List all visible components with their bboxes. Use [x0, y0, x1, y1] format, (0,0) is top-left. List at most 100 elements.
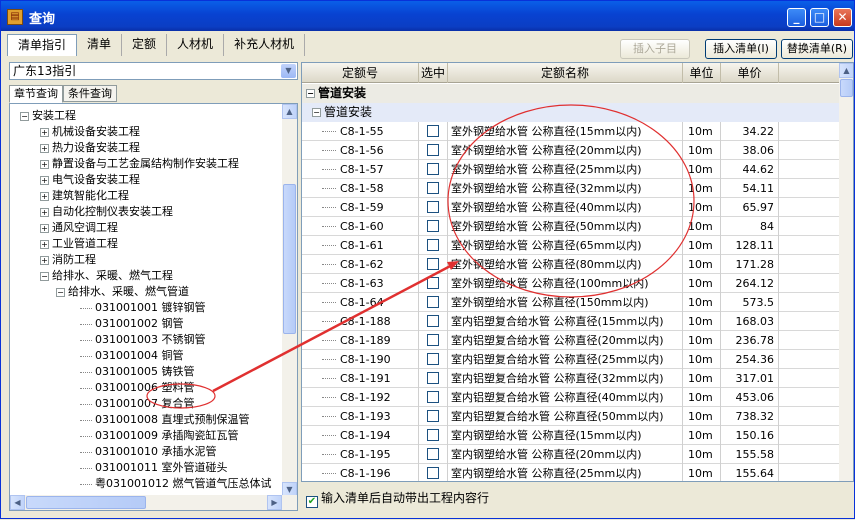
row-checkbox[interactable] [427, 410, 439, 422]
tab-list[interactable]: 清单 [77, 34, 123, 56]
tree-node[interactable]: 031001011 室外管道碰头 [80, 460, 227, 476]
grid-vertical-scrollbar[interactable]: ▲ [839, 63, 853, 481]
chevron-down-icon[interactable]: ▼ [281, 64, 296, 78]
scroll-up-icon[interactable]: ▲ [282, 104, 297, 119]
tree-node[interactable]: + 机械设备安装工程 [40, 124, 140, 140]
tree-node[interactable]: − 给排水、采暖、燃气管道 [56, 284, 189, 300]
collapse-icon[interactable]: − [312, 108, 321, 117]
col-code[interactable]: 定额号 [302, 63, 419, 83]
scroll-right-icon[interactable]: ▶ [267, 495, 282, 510]
table-row[interactable]: C8-1-63 室外钢塑给水管 公称直径(100mm以内) 10m 264.12 [302, 274, 839, 293]
row-checkbox[interactable] [427, 429, 439, 441]
tab-list-guide[interactable]: 清单指引 [7, 34, 78, 56]
tree-vertical-scrollbar[interactable]: ▲ ▼ [282, 104, 297, 497]
insert-list-button[interactable]: 插入清单(I) [705, 39, 777, 59]
tree-node[interactable]: 031001003 不锈钢管 [80, 332, 205, 348]
tab-supplementary-lmm[interactable]: 补充人材机 [224, 34, 306, 56]
table-row[interactable]: C8-1-193 室内铝塑复合给水管 公称直径(50mm以内) 10m 738.32 [302, 407, 839, 426]
tree-node[interactable]: 031001008 直埋式预制保温管 [80, 412, 249, 428]
group-row[interactable]: − 管道安装 [302, 84, 839, 103]
tree-node[interactable]: + 自动化控制仪表安装工程 [40, 204, 173, 220]
expand-icon[interactable]: + [40, 191, 49, 201]
collapse-icon[interactable]: − [306, 89, 315, 98]
expand-icon[interactable]: + [40, 239, 49, 249]
tree-node[interactable]: + 热力设备安装工程 [40, 140, 140, 156]
row-checkbox[interactable] [427, 220, 439, 232]
table-row[interactable]: C8-1-56 室外钢塑给水管 公称直径(20mm以内) 10m 38.06 [302, 141, 839, 160]
table-row[interactable]: C8-1-64 室外钢塑给水管 公称直径(150mm以内) 10m 573.5 [302, 293, 839, 312]
scroll-up-icon[interactable]: ▲ [839, 63, 853, 78]
expand-icon[interactable]: + [40, 159, 49, 169]
collapse-icon[interactable]: − [56, 287, 65, 297]
scroll-thumb[interactable] [283, 184, 296, 334]
title-bar[interactable]: ▤ 查询 _ □ ✕ [1, 1, 854, 31]
row-checkbox[interactable] [427, 391, 439, 403]
minimize-button[interactable]: _ [787, 8, 806, 27]
col-name[interactable]: 定额名称 [448, 63, 683, 83]
row-checkbox[interactable] [427, 182, 439, 194]
table-row[interactable]: C8-1-189 室内铝塑复合给水管 公称直径(20mm以内) 10m 236.78 [302, 331, 839, 350]
collapse-icon[interactable]: − [40, 271, 49, 281]
tree-node[interactable]: + 消防工程 [40, 252, 96, 268]
replace-list-button[interactable]: 替换清单(R) [781, 39, 853, 59]
row-checkbox[interactable] [427, 315, 439, 327]
expand-icon[interactable]: + [40, 255, 49, 265]
tree-node[interactable]: − 给排水、采暖、燃气工程 [40, 268, 173, 284]
tree-node[interactable]: 031001009 承插陶瓷缸瓦管 [80, 428, 238, 444]
row-checkbox[interactable] [427, 448, 439, 460]
table-row[interactable]: C8-1-190 室内铝塑复合给水管 公称直径(25mm以内) 10m 254.36 [302, 350, 839, 369]
table-row[interactable]: C8-1-195 室内钢塑给水管 公称直径(20mm以内) 10m 155.58 [302, 445, 839, 464]
row-checkbox[interactable] [427, 467, 439, 479]
maximize-button[interactable]: □ [810, 8, 829, 27]
tree-node[interactable]: 031001002 钢管 [80, 316, 183, 332]
row-checkbox[interactable] [427, 334, 439, 346]
tree-node[interactable]: + 工业管道工程 [40, 236, 118, 252]
table-row[interactable]: C8-1-192 室内铝塑复合给水管 公称直径(40mm以内) 10m 453.06 [302, 388, 839, 407]
table-row[interactable]: C8-1-55 室外钢塑给水管 公称直径(15mm以内) 10m 34.22 [302, 122, 839, 141]
table-row[interactable]: C8-1-60 室外钢塑给水管 公称直径(50mm以内) 10m 84 [302, 217, 839, 236]
hscroll-thumb[interactable] [26, 496, 146, 509]
table-row[interactable]: C8-1-191 室内铝塑复合给水管 公称直径(32mm以内) 10m 317.01 [302, 369, 839, 388]
row-checkbox[interactable] [427, 258, 439, 270]
row-checkbox[interactable] [427, 372, 439, 384]
tree-node[interactable]: + 静置设备与工艺金属结构制作安装工程 [40, 156, 239, 172]
tree-node[interactable]: 031001007 复合管 [80, 396, 194, 412]
tab-chapter-search[interactable]: 章节查询 [9, 85, 63, 103]
tree-node[interactable]: 031001005 铸铁管 [80, 364, 194, 380]
expand-icon[interactable]: + [40, 223, 49, 233]
row-checkbox[interactable] [427, 201, 439, 213]
tree-node[interactable]: + 通风空调工程 [40, 220, 118, 236]
subgroup-row[interactable]: − 管道安装 [302, 103, 839, 122]
table-row[interactable]: C8-1-58 室外钢塑给水管 公称直径(32mm以内) 10m 54.11 [302, 179, 839, 198]
table-row[interactable]: C8-1-188 室内铝塑复合给水管 公称直径(15mm以内) 10m 168.03 [302, 312, 839, 331]
close-button[interactable]: ✕ [833, 8, 852, 27]
row-checkbox[interactable] [427, 296, 439, 308]
tree-node[interactable]: 031001010 承插水泥管 [80, 444, 216, 460]
expand-icon[interactable]: + [40, 175, 49, 185]
row-checkbox[interactable] [427, 144, 439, 156]
tree-node[interactable]: 031001001 镀锌钢管 [80, 300, 205, 316]
expand-icon[interactable]: + [40, 143, 49, 153]
table-row[interactable]: C8-1-59 室外钢塑给水管 公称直径(40mm以内) 10m 65.97 [302, 198, 839, 217]
col-price[interactable]: 单价 [721, 63, 779, 83]
row-checkbox[interactable] [427, 277, 439, 289]
tree-node[interactable]: 粤031001012 燃气管道气压总体试 [80, 476, 271, 492]
insert-child-button[interactable]: 插入子目 [620, 39, 690, 59]
col-unit[interactable]: 单位 [683, 63, 721, 83]
tree-node[interactable]: + 建筑智能化工程 [40, 188, 129, 204]
table-row[interactable]: C8-1-62 室外钢塑给水管 公称直径(80mm以内) 10m 171.28 [302, 255, 839, 274]
auto-content-checkbox[interactable]: ✔ 输入清单后自动带出工程内容行 [306, 491, 489, 508]
row-checkbox[interactable] [427, 239, 439, 251]
expand-icon[interactable]: + [40, 207, 49, 217]
tree-node[interactable]: + 电气设备安装工程 [40, 172, 140, 188]
tree-horizontal-scrollbar[interactable]: ◀ ▶ [10, 495, 297, 510]
col-selected[interactable]: 选中 [419, 63, 448, 83]
checkmark-icon[interactable]: ✔ [306, 496, 318, 508]
table-row[interactable]: C8-1-196 室内钢塑给水管 公称直径(25mm以内) 10m 155.64 [302, 464, 839, 481]
collapse-icon[interactable]: − [20, 111, 29, 121]
table-row[interactable]: C8-1-194 室内钢塑给水管 公称直径(15mm以内) 10m 150.16 [302, 426, 839, 445]
row-checkbox[interactable] [427, 163, 439, 175]
scroll-left-icon[interactable]: ◀ [10, 495, 25, 510]
tab-labor-material-machine[interactable]: 人材机 [167, 34, 225, 56]
tab-condition-search[interactable]: 条件查询 [63, 85, 117, 102]
